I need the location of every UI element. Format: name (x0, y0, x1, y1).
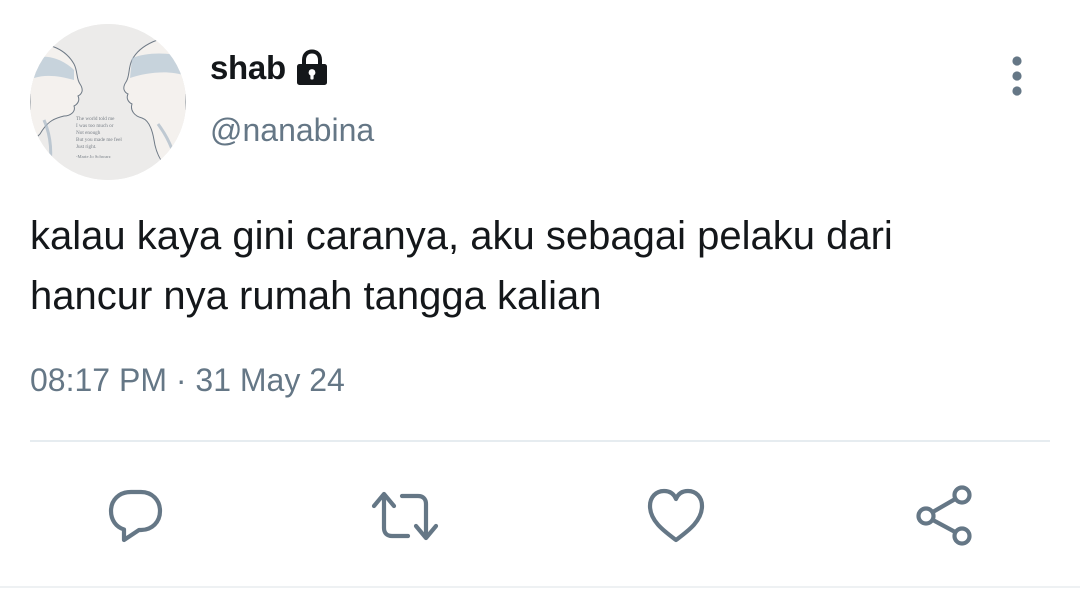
avatar-quote-line: Just right. (76, 144, 96, 150)
reply-button[interactable] (104, 484, 168, 548)
avatar[interactable]: The world told me I was too much or Not … (30, 24, 186, 180)
tweet-text-line: kalau kaya gini caranya, aku sebagai pel… (30, 214, 893, 258)
divider (30, 440, 1050, 442)
retweet-icon (371, 491, 439, 541)
user-handle[interactable]: @nanabina (210, 112, 374, 149)
avatar-quote-line: But you made me feel (76, 136, 122, 143)
tweet-text: kalau kaya gini caranya, aku sebagai pel… (30, 206, 1070, 326)
like-button[interactable] (644, 484, 708, 548)
avatar-art-image: The world told me I was too much or Not … (30, 24, 186, 180)
tweet-card: The world told me I was too much or Not … (0, 0, 1080, 606)
display-name[interactable]: shab (210, 49, 286, 87)
avatar-quote-line: I was too much or (76, 123, 114, 129)
reply-icon (108, 489, 163, 543)
avatar-quote-line: The world told me (76, 116, 115, 122)
retweet-button[interactable] (370, 484, 439, 548)
tweet-text-line: hancur nya rumah tangga kalian (30, 274, 602, 318)
share-button[interactable] (912, 484, 976, 548)
avatar-quote-author: -Marie Jo Schwarz (76, 154, 111, 159)
lock-icon (296, 49, 327, 85)
tweet-timestamp[interactable]: 08:17 PM · 31 May 24 (30, 362, 345, 399)
more-vertical-icon[interactable] (1002, 54, 1032, 98)
heart-icon (647, 488, 705, 543)
bottom-divider (0, 586, 1080, 588)
share-icon (916, 485, 972, 546)
avatar-quote-line: Not enough (76, 130, 101, 136)
user-name-row: shab (210, 46, 330, 90)
